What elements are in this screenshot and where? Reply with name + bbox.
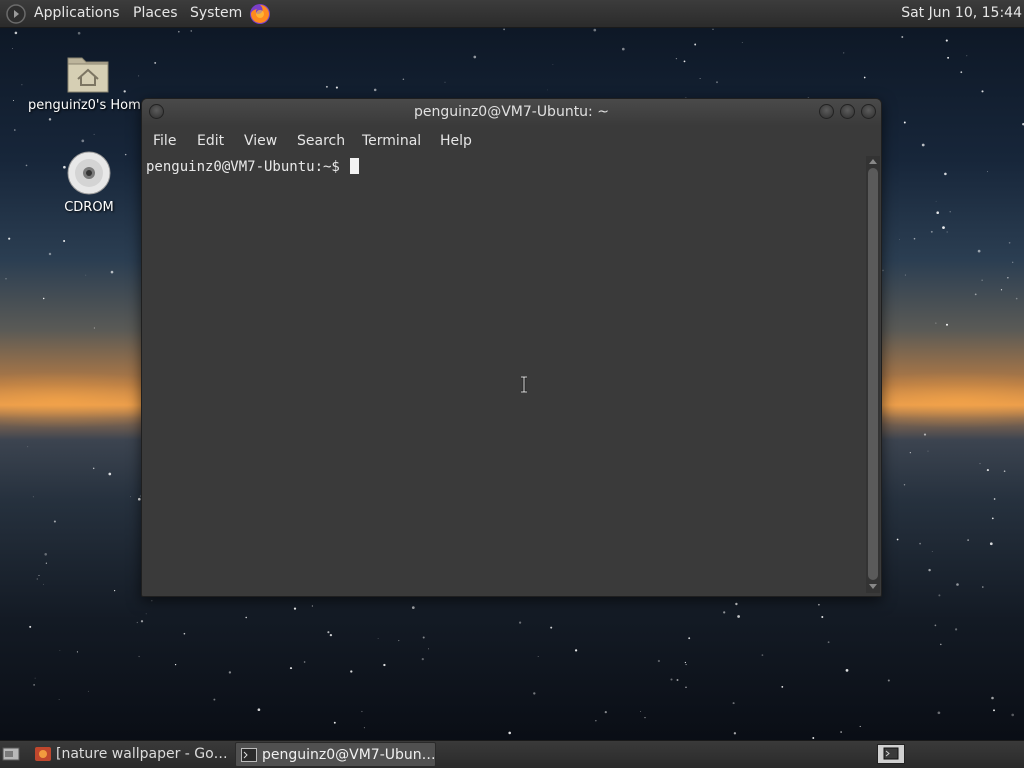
menu-help[interactable]: Help [440,127,472,155]
taskbar-item-browser[interactable]: [nature wallpaper - Go… [30,742,228,767]
places-menu[interactable]: Places [133,0,178,27]
minimize-button[interactable] [819,104,834,119]
prompt-line: penguinz0@VM7-Ubuntu:~$ [146,158,360,176]
terminal-icon [241,748,257,762]
scrollbar-thumb[interactable] [868,168,878,580]
terminal-menubar: File Edit View Search Terminal Help [142,127,881,155]
maximize-button[interactable] [840,104,855,119]
menu-file[interactable]: File [153,127,176,155]
shell-prompt: penguinz0@VM7-Ubuntu:~$ [146,159,349,175]
mouse-ibeam-cursor-icon [521,376,527,393]
system-menu[interactable]: System [190,0,242,27]
main-menu-icon[interactable] [6,4,26,24]
menu-search[interactable]: Search [297,127,345,155]
applications-menu[interactable]: Applications [34,0,120,27]
terminal-window[interactable]: penguinz0@VM7-Ubuntu: ~ File Edit View S… [141,98,882,597]
window-title: penguinz0@VM7-Ubuntu: ~ [414,104,609,120]
workspace-switcher[interactable] [877,744,905,764]
taskbar-item-label: penguinz0@VM7-Ubun… [262,747,436,763]
scroll-down-arrow-icon[interactable] [869,584,877,589]
text-cursor [350,158,360,174]
workspace-terminal-icon [883,747,899,760]
cdrom-icon [67,151,111,195]
menu-view[interactable]: View [244,127,277,155]
desktop-icon-label: penguinz0's Home [28,98,149,113]
scroll-up-arrow-icon[interactable] [869,159,877,164]
taskbar-item-terminal[interactable]: penguinz0@VM7-Ubun… [235,742,436,767]
top-panel: Applications Places System Sat Jun 10, 1… [0,0,1024,28]
menu-edit[interactable]: Edit [197,127,224,155]
window-titlebar[interactable]: penguinz0@VM7-Ubuntu: ~ [142,99,881,126]
home-folder-shortcut[interactable]: penguinz0's Home [28,50,149,113]
firefox-launcher-icon[interactable] [248,2,272,26]
terminal-output[interactable]: penguinz0@VM7-Ubuntu:~$ [143,156,865,594]
show-desktop-icon[interactable] [2,746,20,762]
firefox-icon [35,747,51,761]
bottom-panel: [nature wallpaper - Go… penguinz0@VM7-Ub… [0,740,1024,768]
close-button[interactable] [861,104,876,119]
vertical-scrollbar[interactable] [866,156,880,593]
desktop-icon-label: CDROM [64,200,114,215]
home-folder-icon [67,57,109,93]
menu-terminal[interactable]: Terminal [362,127,421,155]
taskbar-item-label: [nature wallpaper - Go… [56,746,228,762]
cdrom-shortcut[interactable]: CDROM [29,150,149,215]
clock[interactable]: Sat Jun 10, 15:44 [901,0,1022,27]
